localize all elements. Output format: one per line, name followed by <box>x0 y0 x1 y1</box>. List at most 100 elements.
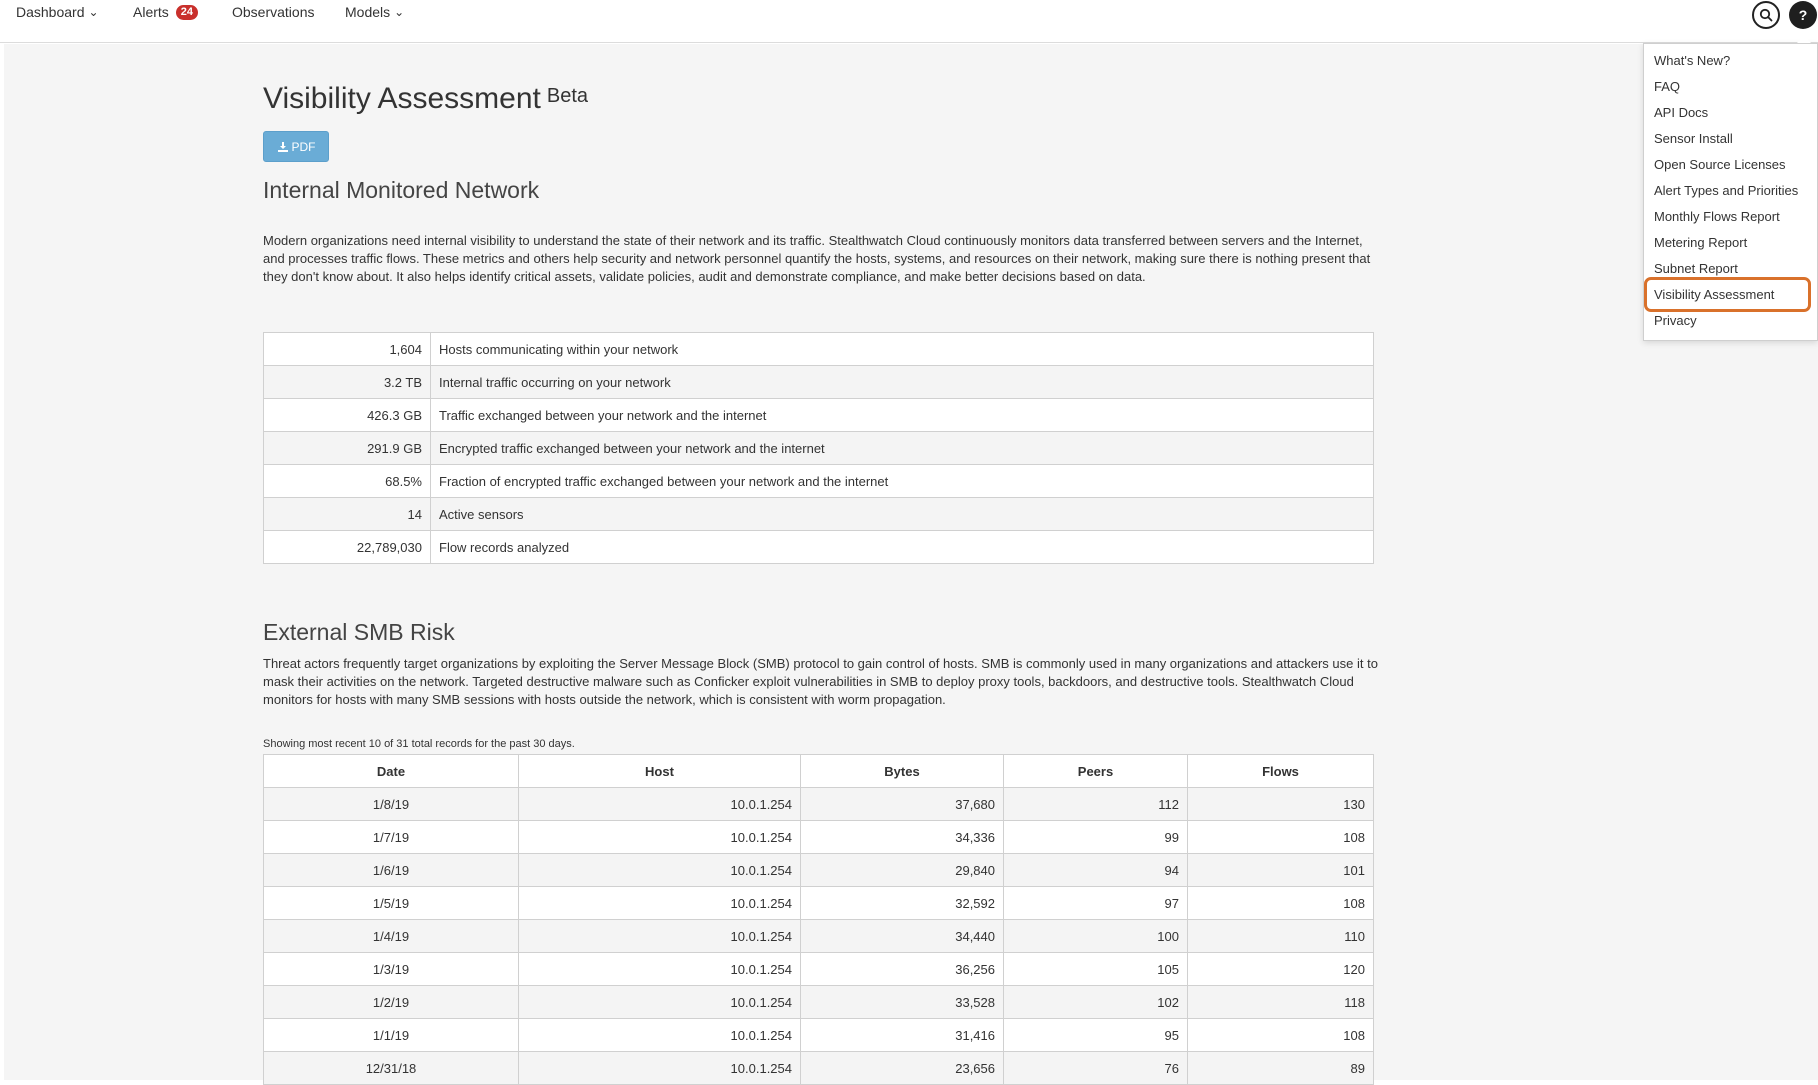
cell-peers: 112 <box>1003 787 1188 821</box>
nav-models[interactable]: Models ⌄ <box>345 4 404 20</box>
menu-caret <box>1797 35 1811 43</box>
column-header-bytes[interactable]: Bytes <box>800 754 1004 788</box>
cell-flows: 108 <box>1187 820 1374 854</box>
beta-label: Beta <box>546 84 589 107</box>
alerts-count-badge: 24 <box>175 4 199 20</box>
cell-host: 10.0.1.254 <box>518 919 801 953</box>
cell-bytes: 37,680 <box>800 787 1004 821</box>
table-row: 68.5% Fraction of encrypted traffic exch… <box>263 464 1374 498</box>
cell-host: 10.0.1.254 <box>518 952 801 986</box>
cell-flows: 108 <box>1187 886 1374 920</box>
menu-item-faq[interactable]: FAQ <box>1654 79 1680 95</box>
nav-models-label: Models <box>345 4 391 20</box>
menu-item-sensor-install[interactable]: Sensor Install <box>1654 131 1733 147</box>
chevron-down-icon: ⌄ <box>88 5 99 19</box>
metric-label: Encrypted traffic exchanged between your… <box>430 431 1374 465</box>
nav-dashboard-label: Dashboard <box>16 4 85 20</box>
cell-flows: 110 <box>1187 919 1374 953</box>
search-button[interactable] <box>1752 1 1780 29</box>
table-row: 14 Active sensors <box>263 497 1374 531</box>
cell-bytes: 34,336 <box>800 820 1004 854</box>
table-row: 1/1/19 10.0.1.254 31,416 95 108 <box>263 1018 1374 1052</box>
metric-value: 14 <box>263 497 431 531</box>
chevron-down-icon: ⌄ <box>394 5 405 19</box>
menu-item-visibility-assessment[interactable]: Visibility Assessment <box>1654 287 1774 303</box>
nav-alerts[interactable]: Alerts 24 <box>133 4 199 20</box>
cell-bytes: 31,416 <box>800 1018 1004 1052</box>
table-row: 1/5/19 10.0.1.254 32,592 97 108 <box>263 886 1374 920</box>
internal-network-heading: Internal Monitored Network <box>263 177 540 203</box>
menu-item-alert-types[interactable]: Alert Types and Priorities <box>1654 183 1798 199</box>
cell-bytes: 34,440 <box>800 919 1004 953</box>
nav-observations-label: Observations <box>232 4 315 20</box>
table-row: 1/4/19 10.0.1.254 34,440 100 110 <box>263 919 1374 953</box>
cell-host: 10.0.1.254 <box>518 853 801 887</box>
metric-label: Traffic exchanged between your network a… <box>430 398 1374 432</box>
page-body: Visibility Assessment Beta PDF Internal M… <box>4 44 1818 1085</box>
cell-bytes: 32,592 <box>800 886 1004 920</box>
nav-dashboard[interactable]: Dashboard ⌄ <box>16 4 99 20</box>
cell-host: 10.0.1.254 <box>518 787 801 821</box>
cell-date: 1/8/19 <box>263 787 519 821</box>
page-title: Visibility Assessment <box>263 82 541 115</box>
cell-bytes: 36,256 <box>800 952 1004 986</box>
metric-value: 3.2 TB <box>263 365 431 399</box>
cell-host: 10.0.1.254 <box>518 886 801 920</box>
column-header-flows[interactable]: Flows <box>1187 754 1374 788</box>
column-header-peers[interactable]: Peers <box>1003 754 1188 788</box>
cell-peers: 95 <box>1003 1018 1188 1052</box>
help-icon: ? <box>1798 7 1808 23</box>
nav-observations[interactable]: Observations <box>232 4 314 20</box>
cell-date: 1/7/19 <box>263 820 519 854</box>
table-row: 1/2/19 10.0.1.254 33,528 102 118 <box>263 985 1374 1019</box>
table-row: 1/7/19 10.0.1.254 34,336 99 108 <box>263 820 1374 854</box>
menu-item-whats-new[interactable]: What's New? <box>1654 53 1730 69</box>
metric-value: 22,789,030 <box>263 530 431 564</box>
column-header-date[interactable]: Date <box>263 754 519 788</box>
download-icon <box>277 141 288 152</box>
metric-label: Active sensors <box>430 497 1374 531</box>
cell-date: 1/5/19 <box>263 886 519 920</box>
table-row: 1,604 Hosts communicating within your ne… <box>263 332 1374 366</box>
cell-flows: 130 <box>1187 787 1374 821</box>
cell-flows: 101 <box>1187 853 1374 887</box>
menu-item-api-docs[interactable]: API Docs <box>1654 105 1708 121</box>
pdf-button-label: PDF <box>291 139 316 154</box>
table-row: 1/8/19 10.0.1.254 37,680 112 130 <box>263 787 1374 821</box>
internal-network-description: Modern organizations need internal visib… <box>263 233 1371 284</box>
smb-risk-heading: External SMB Risk <box>263 619 455 645</box>
menu-item-monthly-flows-report[interactable]: Monthly Flows Report <box>1654 209 1780 225</box>
table-row: 291.9 GB Encrypted traffic exchanged bet… <box>263 431 1374 465</box>
column-header-host[interactable]: Host <box>518 754 801 788</box>
metric-value: 291.9 GB <box>263 431 431 465</box>
cell-date: 1/6/19 <box>263 853 519 887</box>
help-dropdown-menu: What's New? FAQ API Docs Sensor Install … <box>1643 43 1818 341</box>
cell-date: 1/2/19 <box>263 985 519 1019</box>
cell-bytes: 29,840 <box>800 853 1004 887</box>
cell-peers: 94 <box>1003 853 1188 887</box>
cell-peers: 100 <box>1003 919 1188 953</box>
metric-value: 68.5% <box>263 464 431 498</box>
nav-alerts-label: Alerts <box>133 4 169 20</box>
cell-peers: 105 <box>1003 952 1188 986</box>
metric-label: Fraction of encrypted traffic exchanged … <box>430 464 1374 498</box>
cell-date: 1/1/19 <box>263 1018 519 1052</box>
smb-risk-description: Threat actors frequently target organiza… <box>263 656 1378 707</box>
menu-item-subnet-report[interactable]: Subnet Report <box>1654 261 1738 277</box>
cell-peers: 97 <box>1003 886 1188 920</box>
network-metrics-table: 1,604 Hosts communicating within your ne… <box>263 332 1374 564</box>
cell-host: 10.0.1.254 <box>518 985 801 1019</box>
title-row: Visibility Assessment Beta <box>263 82 588 116</box>
cell-host: 10.0.1.254 <box>518 1018 801 1052</box>
metric-value: 1,604 <box>263 332 431 366</box>
table-row: 22,789,030 Flow records analyzed <box>263 530 1374 564</box>
menu-item-privacy[interactable]: Privacy <box>1654 313 1697 329</box>
pdf-download-button[interactable]: PDF <box>263 131 329 162</box>
menu-item-metering-report[interactable]: Metering Report <box>1654 235 1747 251</box>
cell-date: 1/3/19 <box>263 952 519 986</box>
help-button[interactable]: ? <box>1789 1 1817 29</box>
cell-date: 1/4/19 <box>263 919 519 953</box>
menu-item-open-source-licenses[interactable]: Open Source Licenses <box>1654 157 1786 173</box>
cell-flows: 120 <box>1187 952 1374 986</box>
table-header-row: Date Host Bytes Peers Flows <box>263 754 1374 788</box>
